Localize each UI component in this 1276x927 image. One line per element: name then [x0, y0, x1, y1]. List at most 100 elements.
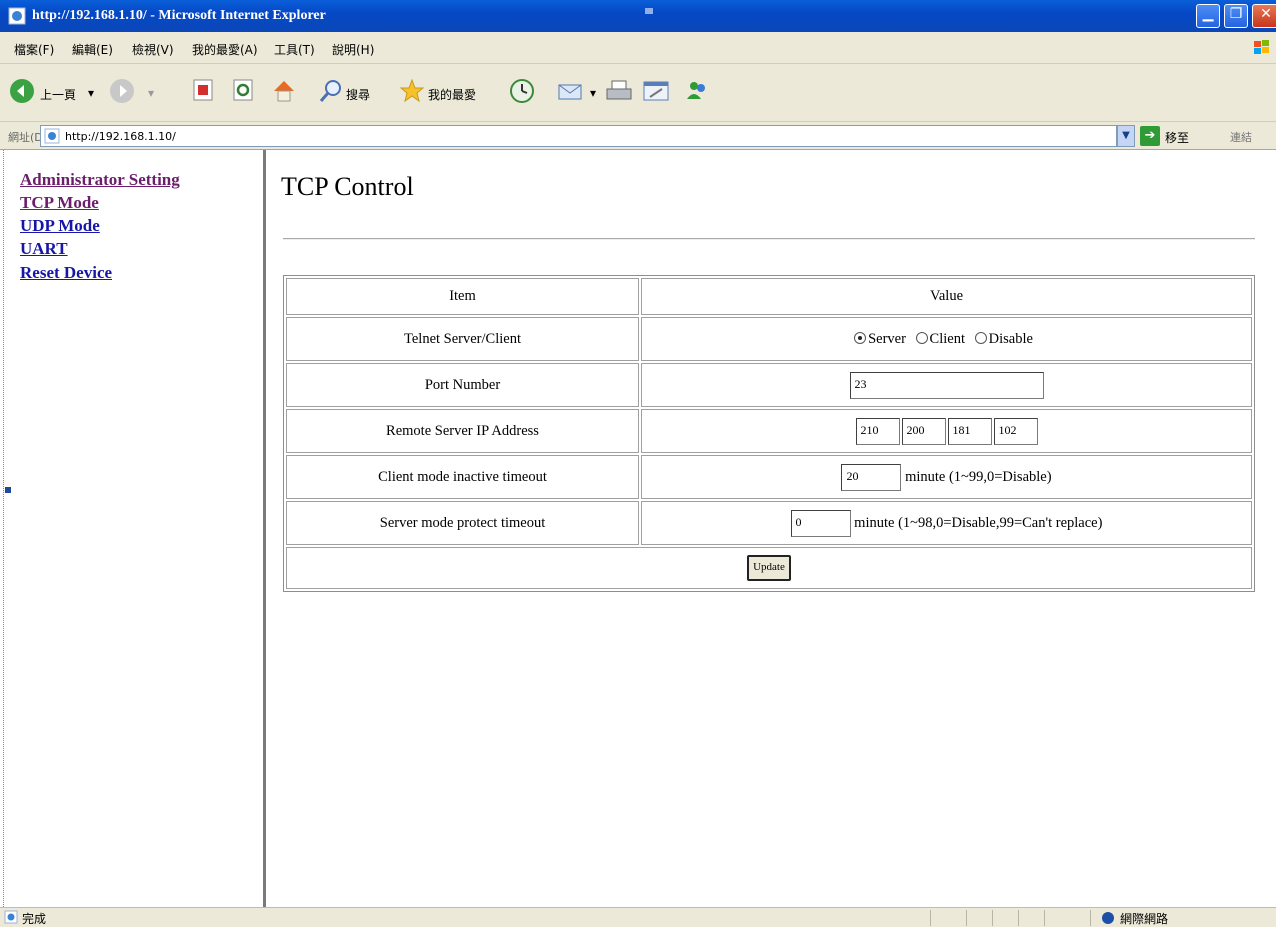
status-bar: 完成 網際網路 [0, 907, 1276, 927]
history-icon [510, 79, 534, 103]
client-timeout-input[interactable]: 20 [841, 463, 902, 491]
home-button[interactable] [270, 77, 298, 109]
edit-page-icon [643, 81, 669, 101]
header-item: Item [286, 278, 639, 315]
menu-view[interactable]: 檢視(V) [132, 41, 174, 58]
history-button[interactable] [508, 77, 536, 109]
mail-button[interactable] [556, 77, 586, 109]
back-dropdown-icon[interactable]: ▾ [88, 86, 94, 100]
tcp-settings-table: Item Value Telnet Server/Client Server C… [283, 275, 1255, 592]
close-icon: ✕ [1260, 6, 1272, 22]
port-label: Port Number [286, 363, 639, 407]
restore-button[interactable]: ❐ [1224, 4, 1248, 28]
ip-octet-3-input[interactable]: 181 [947, 417, 992, 445]
search-button[interactable]: 搜尋 [318, 77, 370, 109]
status-divider [1044, 910, 1045, 926]
radio-disable-label: Disable [988, 330, 1033, 347]
divider [283, 238, 1255, 240]
status-page-icon [4, 910, 18, 924]
update-cell: Update [286, 547, 1252, 589]
nav-uart[interactable]: UART [20, 239, 68, 259]
ip-octet-2-input[interactable]: 200 [901, 417, 946, 445]
messenger-button[interactable] [682, 77, 712, 109]
back-button[interactable]: 上一頁 ▾ [8, 77, 94, 109]
messenger-icon [687, 82, 705, 99]
menu-edit[interactable]: 編輯(E) [72, 41, 113, 58]
edit-button[interactable] [642, 77, 672, 109]
back-arrow-icon [10, 79, 34, 103]
menu-tools[interactable]: 工具(T) [274, 41, 315, 58]
address-input[interactable]: http://192.168.1.10/ [40, 125, 1117, 147]
page-icon [44, 128, 60, 144]
menu-bar: 檔案(F) 編輯(E) 檢視(V) 我的最愛(A) 工具(T) 說明(H) [0, 32, 1276, 64]
stop-icon [193, 79, 213, 101]
forward-button[interactable] [108, 77, 136, 109]
client-timeout-hint: minute (1~99,0=Disable) [905, 468, 1052, 485]
status-text: 完成 [22, 912, 47, 926]
nav-reset-device[interactable]: Reset Device [20, 263, 112, 283]
ie-page-icon [8, 7, 26, 25]
menu-favorites[interactable]: 我的最愛(A) [192, 41, 258, 58]
address-dropdown-icon[interactable]: ▼ [1117, 125, 1135, 147]
remote-ip-label: Remote Server IP Address [286, 409, 639, 453]
printer-icon [606, 80, 632, 100]
mail-dropdown-icon[interactable]: ▾ [590, 86, 596, 100]
radio-server-option[interactable]: Server [854, 331, 906, 347]
remote-ip-cell: 210 200 181 102 [641, 409, 1252, 453]
radio-client[interactable] [915, 331, 928, 344]
radio-disable[interactable] [974, 331, 987, 344]
menu-file[interactable]: 檔案(F) [14, 41, 54, 58]
favorites-button[interactable]: 我的最愛 [398, 77, 476, 109]
server-timeout-input[interactable]: 0 [790, 509, 851, 537]
table-row-port: Port Number 23 [286, 363, 1252, 407]
nav-udp-mode[interactable]: UDP Mode [20, 216, 100, 236]
radio-client-option[interactable]: Client [915, 331, 965, 347]
port-number-input[interactable]: 23 [849, 371, 1044, 399]
update-button[interactable]: Update [747, 555, 791, 581]
status-divider [992, 910, 993, 926]
windows-logo-icon [1254, 40, 1269, 54]
status-divider [1018, 910, 1019, 926]
status-divider [1090, 910, 1091, 926]
ip-octet-4-input[interactable]: 102 [993, 417, 1038, 445]
home-icon [274, 81, 294, 102]
table-row-update: Update [286, 547, 1252, 589]
forward-dropdown-icon[interactable]: ▾ [148, 86, 154, 100]
go-arrow-icon[interactable]: ➔ [1140, 126, 1160, 146]
address-bar: 網址(D) http://192.168.1.10/ ▼ ➔ 移至 連結 [0, 122, 1276, 150]
internet-zone-icon [1102, 912, 1114, 924]
status-divider [930, 910, 931, 926]
close-button[interactable]: ✕ [1252, 4, 1276, 28]
main-frame: TCP Control Item Value Telnet Server/Cli… [269, 150, 1276, 907]
server-timeout-hint: minute (1~98,0=Disable,99=Can't replace) [854, 514, 1103, 531]
search-icon [319, 80, 341, 102]
telnet-label: Telnet Server/Client [286, 317, 639, 361]
status-divider [966, 910, 967, 926]
radio-server[interactable] [854, 331, 867, 344]
mail-icon [558, 84, 582, 100]
telnet-options: Server Client Disable [641, 317, 1252, 361]
print-button[interactable] [604, 77, 634, 109]
radio-disable-option[interactable]: Disable [974, 330, 1033, 347]
links-label[interactable]: 連結 [1230, 129, 1252, 145]
menu-help[interactable]: 說明(H) [332, 41, 374, 58]
page-title: TCP Control [281, 172, 414, 201]
favorites-label: 我的最愛 [428, 88, 477, 102]
nav-administrator-setting[interactable]: Administrator Setting [20, 170, 180, 190]
back-label: 上一頁 [40, 88, 77, 102]
ip-octet-1-input[interactable]: 210 [855, 417, 900, 445]
nav-tcp-mode[interactable]: TCP Mode [20, 193, 99, 213]
refresh-button[interactable] [232, 77, 256, 109]
refresh-icon [233, 79, 253, 101]
minimize-button[interactable]: ▁ [1196, 4, 1220, 28]
toolbar: 上一頁 ▾ ▾ 搜尋 我的最愛 ▾ [0, 64, 1276, 122]
table-header-row: Item Value [286, 278, 1252, 315]
forward-arrow-icon [110, 79, 134, 103]
stop-button[interactable] [192, 77, 216, 109]
navigation-frame: Administrator Setting TCP Mode UDP Mode … [0, 150, 266, 907]
go-button[interactable]: 移至 [1165, 129, 1189, 146]
client-timeout-label: Client mode inactive timeout [286, 455, 639, 499]
table-row-server-timeout: Server mode protect timeout 0 minute (1~… [286, 501, 1252, 545]
frame-marker [5, 487, 11, 493]
server-timeout-cell: 0 minute (1~98,0=Disable,99=Can't replac… [641, 501, 1252, 545]
